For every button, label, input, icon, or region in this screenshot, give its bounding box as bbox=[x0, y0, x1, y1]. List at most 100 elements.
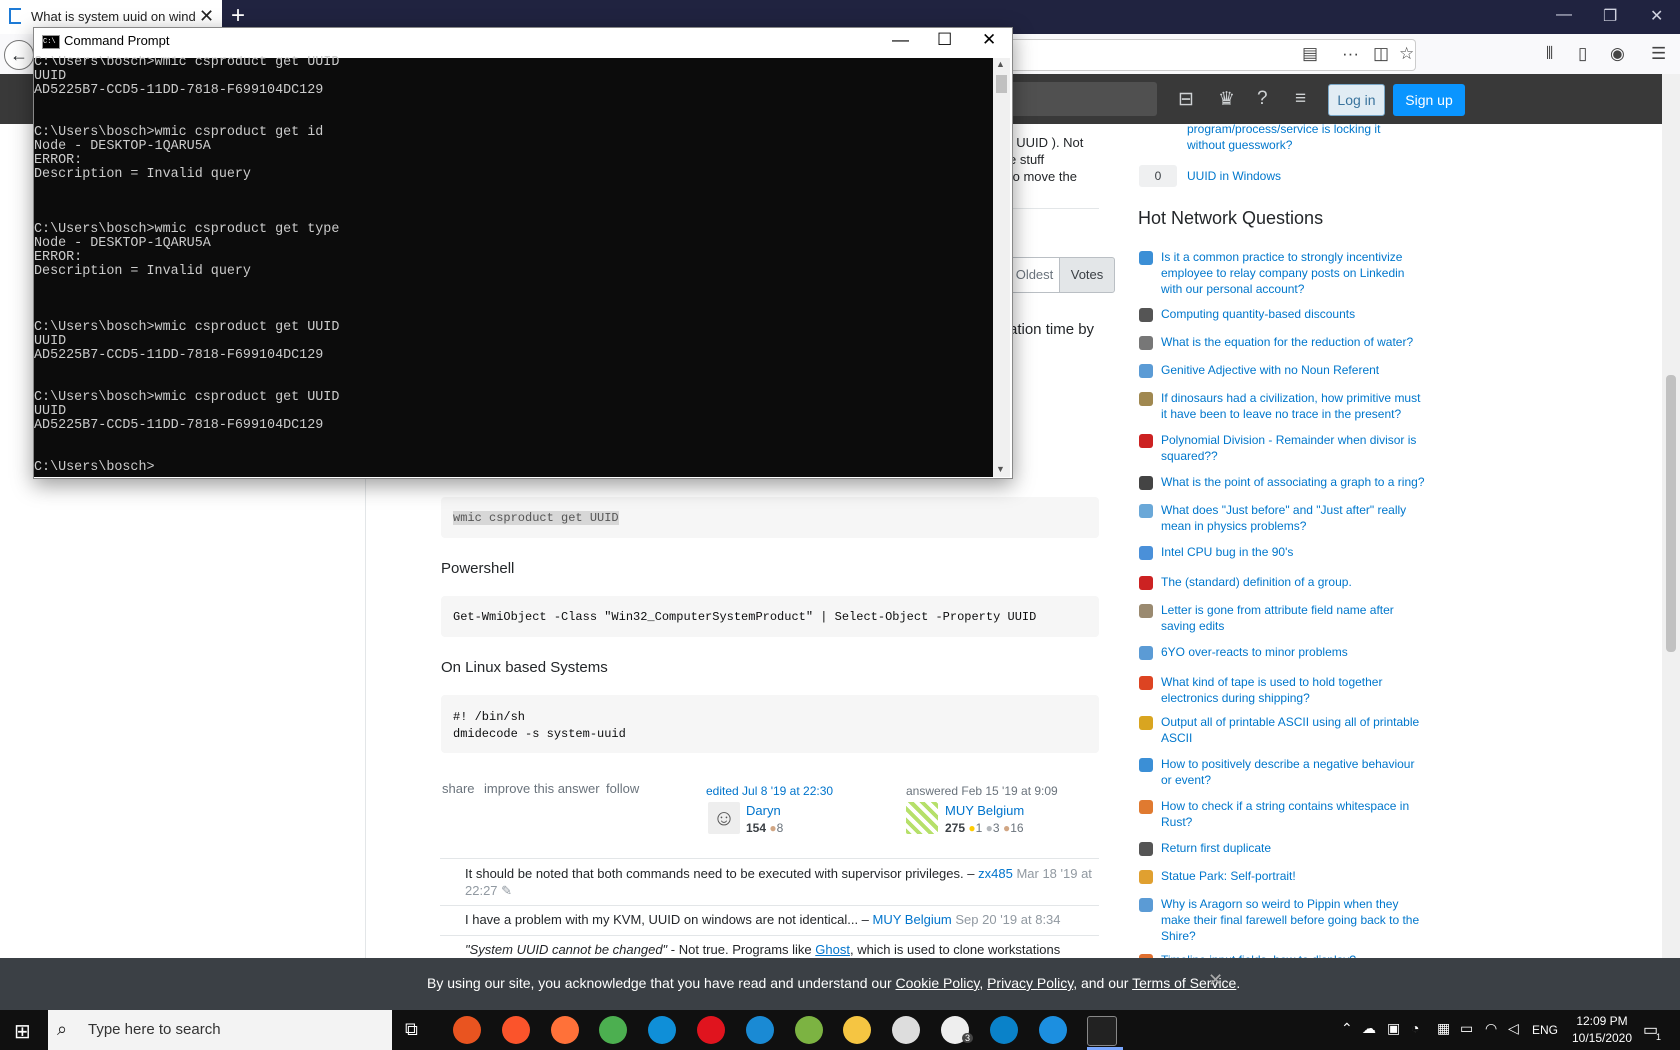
hot-question-link[interactable]: Intel CPU bug in the 90's bbox=[1161, 544, 1446, 560]
site-search-input[interactable] bbox=[1005, 82, 1157, 116]
window-minimize-button[interactable]: — bbox=[1556, 6, 1572, 24]
tray-date[interactable]: 10/15/2020 bbox=[1564, 1031, 1640, 1045]
nextcloud-icon[interactable] bbox=[989, 1016, 1018, 1044]
notepad-icon[interactable] bbox=[794, 1016, 823, 1044]
window-close-button[interactable]: ✕ bbox=[1650, 6, 1663, 26]
signup-button[interactable]: Sign up bbox=[1393, 84, 1465, 116]
edited-time-link[interactable]: edited Jul 8 '19 at 22:30 bbox=[706, 784, 833, 798]
task-view-icon[interactable]: ⧉ bbox=[405, 1019, 418, 1040]
hot-question-title-line: employee to relay company posts on Linke… bbox=[1161, 266, 1405, 280]
opera-icon[interactable] bbox=[697, 1016, 725, 1044]
tray-app2-icon[interactable]: ▦ bbox=[1437, 1020, 1450, 1037]
back-button[interactable]: ← bbox=[4, 40, 34, 70]
store-icon[interactable] bbox=[892, 1016, 921, 1044]
ubuntu-icon[interactable] bbox=[453, 1016, 481, 1044]
help-icon[interactable]: ? bbox=[1257, 88, 1268, 110]
achievements-trophy-icon[interactable]: ♛ bbox=[1218, 88, 1235, 111]
clock-app-icon[interactable] bbox=[1038, 1016, 1067, 1044]
editor-name-link[interactable]: Daryn bbox=[746, 803, 781, 818]
hot-question-link[interactable]: What kind of tape is used to hold togeth… bbox=[1161, 674, 1446, 706]
hot-question-link[interactable]: Output all of printable ASCII using all … bbox=[1161, 714, 1446, 746]
hot-question-link[interactable]: Genitive Adjective with no Noun Referent bbox=[1161, 362, 1446, 378]
hot-question-link[interactable]: Return first duplicate bbox=[1161, 840, 1446, 856]
hot-question-title-line: Genitive Adjective with no Noun Referent bbox=[1161, 363, 1380, 377]
hot-question-link[interactable]: Why is Aragorn so weird to Pippin when t… bbox=[1161, 896, 1446, 944]
sort-oldest-tab[interactable]: Oldest bbox=[1009, 257, 1059, 293]
tray-clock-icon[interactable]: ◔ bbox=[1411, 1020, 1419, 1036]
tray-time[interactable]: 12:09 PM bbox=[1572, 1014, 1632, 1028]
volume-icon[interactable]: ◁ bbox=[1508, 1020, 1519, 1037]
author-avatar[interactable] bbox=[906, 802, 938, 834]
cookie-policy-link[interactable]: Cookie Policy bbox=[896, 975, 980, 991]
account-icon[interactable]: ◉ bbox=[1610, 44, 1625, 64]
linked-question-link[interactable]: UUID in Windows bbox=[1187, 168, 1472, 184]
hot-question-link[interactable]: 6YO over-reacts to minor problems bbox=[1161, 644, 1446, 660]
privacy-policy-link[interactable]: Privacy Policy bbox=[987, 975, 1073, 991]
bookmark-star-icon[interactable]: ☆ bbox=[1399, 44, 1414, 64]
onedrive-cloud-icon[interactable]: ☁ bbox=[1362, 1020, 1376, 1037]
tab-title: What is system uuid on windo bbox=[31, 9, 196, 24]
pocket-icon[interactable]: ◫ bbox=[1373, 44, 1389, 64]
hot-question-link[interactable]: Is it a common practice to strongly ince… bbox=[1161, 249, 1446, 297]
hot-question-link[interactable]: Polynomial Division - Remainder when div… bbox=[1161, 432, 1446, 464]
show-hidden-icons-icon[interactable]: ⌃ bbox=[1341, 1020, 1353, 1037]
cmd-app-icon[interactable] bbox=[1087, 1016, 1118, 1046]
tray-app-icon[interactable]: ▣ bbox=[1387, 1020, 1400, 1037]
window-restore-button[interactable]: ❐ bbox=[1603, 6, 1617, 26]
follow-link[interactable]: follow bbox=[606, 781, 639, 796]
improve-answer-link[interactable]: improve this answer bbox=[484, 781, 600, 796]
menu-hamburger-icon[interactable]: ☰ bbox=[1651, 44, 1666, 64]
hot-question-title-line: What does "Just before" and "Just after"… bbox=[1161, 503, 1407, 517]
hot-question-link[interactable]: Statue Park: Self-portrait! bbox=[1161, 868, 1446, 884]
command-prompt-titlebar[interactable] bbox=[34, 28, 1010, 58]
site-switcher-icon[interactable]: ≡ bbox=[1295, 88, 1306, 110]
reader-view-icon[interactable]: ▤ bbox=[1302, 44, 1318, 64]
hot-question-link[interactable]: How to positively describe a negative be… bbox=[1161, 756, 1446, 788]
taskbar-search-placeholder: Type here to search bbox=[88, 1021, 221, 1038]
sidebar-icon[interactable]: ▯ bbox=[1578, 44, 1587, 64]
hot-question-link[interactable]: Computing quantity-based discounts bbox=[1161, 306, 1446, 322]
brave-icon[interactable] bbox=[501, 1016, 530, 1044]
login-button[interactable]: Log in bbox=[1328, 84, 1385, 116]
sort-votes-tab[interactable]: Votes bbox=[1059, 257, 1115, 293]
page-actions-icon[interactable]: ··· bbox=[1342, 44, 1359, 64]
hot-question-link[interactable]: What does "Just before" and "Just after"… bbox=[1161, 502, 1446, 534]
windows-start-icon[interactable]: ⊞ bbox=[14, 1019, 31, 1044]
hot-question-link[interactable]: How to check if a string contains whites… bbox=[1161, 798, 1446, 830]
hot-question-title-line: Rust? bbox=[1161, 815, 1193, 829]
input-language[interactable]: ENG bbox=[1532, 1023, 1558, 1037]
scroll-up-arrow-icon[interactable]: ▲ bbox=[996, 59, 1005, 69]
edge-icon[interactable] bbox=[648, 1016, 677, 1044]
comment-user-link[interactable]: MUY Belgium bbox=[873, 912, 952, 927]
author-name-link[interactable]: MUY Belgium bbox=[945, 803, 1024, 818]
scroll-down-arrow-icon[interactable]: ▼ bbox=[996, 464, 1005, 474]
hot-question-title-line: Return first duplicate bbox=[1161, 841, 1272, 855]
console-scrollbar[interactable] bbox=[993, 58, 1010, 477]
tab-close-icon[interactable]: ✕ bbox=[199, 6, 214, 27]
site-icon bbox=[1139, 336, 1153, 350]
share-link[interactable]: share bbox=[442, 781, 475, 796]
site-icon bbox=[1139, 758, 1153, 772]
firefox-icon[interactable] bbox=[550, 1016, 579, 1044]
linked-question-link[interactable]: program/process/service is locking it wi… bbox=[1187, 121, 1472, 153]
new-tab-button[interactable]: + bbox=[231, 2, 245, 30]
cookie-close-icon[interactable]: ✕ bbox=[1208, 970, 1223, 991]
ghost-link[interactable]: Ghost bbox=[815, 942, 850, 957]
cmd-close-button[interactable]: ✕ bbox=[982, 30, 996, 50]
editor-avatar[interactable]: ☺ bbox=[708, 802, 740, 834]
vscode-icon[interactable] bbox=[745, 1016, 774, 1044]
page-scrollbar-thumb[interactable] bbox=[1666, 375, 1676, 652]
inbox-icon[interactable]: ⊟ bbox=[1178, 88, 1194, 111]
cmd-minimize-button[interactable]: — bbox=[892, 30, 909, 50]
hot-question-link[interactable]: If dinosaurs had a civilization, how pri… bbox=[1161, 390, 1446, 422]
hot-question-link[interactable]: What is the equation for the reduction o… bbox=[1161, 334, 1446, 350]
hot-question-link[interactable]: The (standard) definition of a group. bbox=[1161, 574, 1446, 590]
console-scrollbar-thumb[interactable] bbox=[996, 75, 1007, 93]
cmd-maximize-button[interactable]: ☐ bbox=[937, 30, 952, 50]
comment-user-link[interactable]: zx485 bbox=[978, 866, 1013, 881]
battery-icon[interactable]: ▭ bbox=[1460, 1020, 1473, 1037]
library-icon[interactable]: ⫴ bbox=[1546, 44, 1553, 64]
hot-question-link[interactable]: What is the point of associating a graph… bbox=[1161, 474, 1446, 490]
hot-question-link[interactable]: Letter is gone from attribute field name… bbox=[1161, 602, 1446, 634]
wifi-icon[interactable]: ◠ bbox=[1485, 1020, 1497, 1037]
